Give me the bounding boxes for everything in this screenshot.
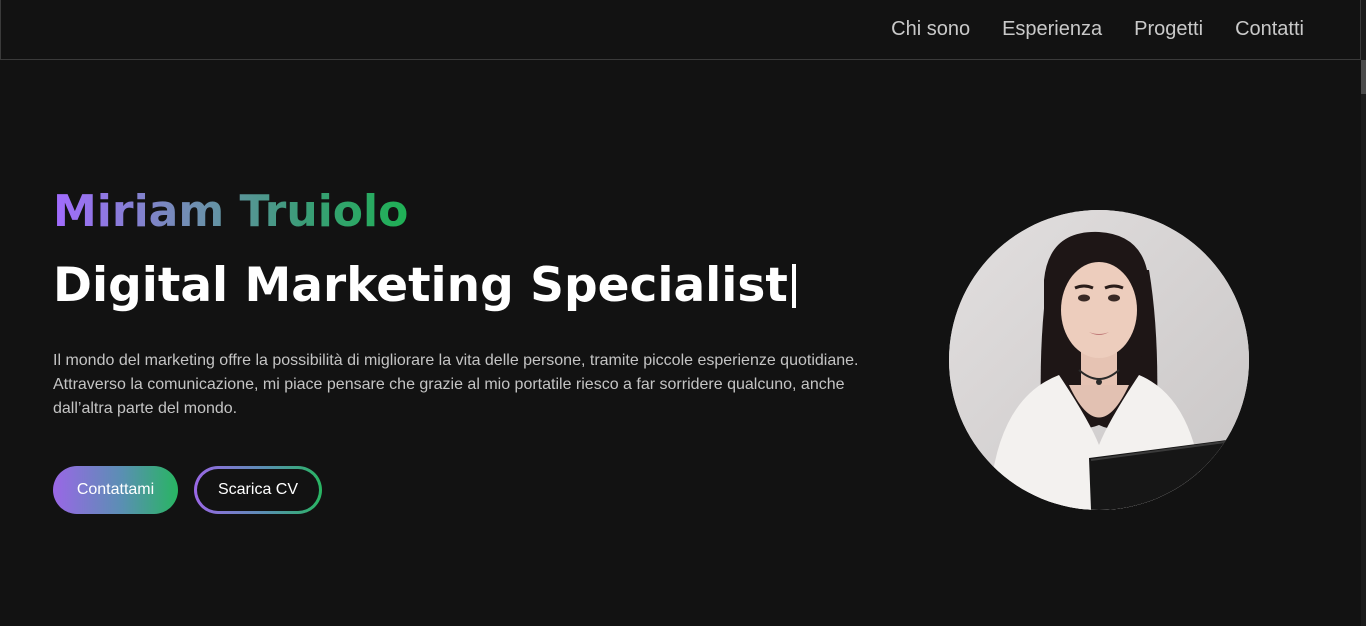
- hero-role-title: Digital Marketing Specialist: [53, 254, 796, 318]
- top-navbar: Chi sono Esperienza Progetti Contatti: [0, 0, 1361, 60]
- nav-links: Chi sono Esperienza Progetti Contatti: [891, 0, 1304, 58]
- profile-photo-illustration: [949, 210, 1249, 510]
- nav-link-chi-sono[interactable]: Chi sono: [891, 18, 970, 41]
- contact-button[interactable]: Contattami: [53, 466, 178, 514]
- page: Chi sono Esperienza Progetti Contatti Mi…: [0, 0, 1366, 626]
- page-scrollbar[interactable]: [1361, 0, 1366, 626]
- typing-caret: [791, 264, 796, 308]
- nav-link-contatti[interactable]: Contatti: [1235, 18, 1304, 41]
- hero-description: Il mondo del marketing offre la possibil…: [53, 352, 859, 417]
- nav-link-esperienza[interactable]: Esperienza: [1002, 18, 1102, 41]
- download-cv-button[interactable]: Scarica CV: [194, 466, 322, 514]
- hero-name: Miriam Truiolo: [53, 184, 408, 240]
- scrollbar-thumb[interactable]: [1361, 60, 1366, 94]
- nav-link-progetti[interactable]: Progetti: [1134, 18, 1203, 41]
- download-cv-label: Scarica CV: [197, 469, 319, 511]
- hero-role-text: Digital Marketing Specialist: [53, 258, 788, 313]
- profile-photo: [949, 210, 1249, 510]
